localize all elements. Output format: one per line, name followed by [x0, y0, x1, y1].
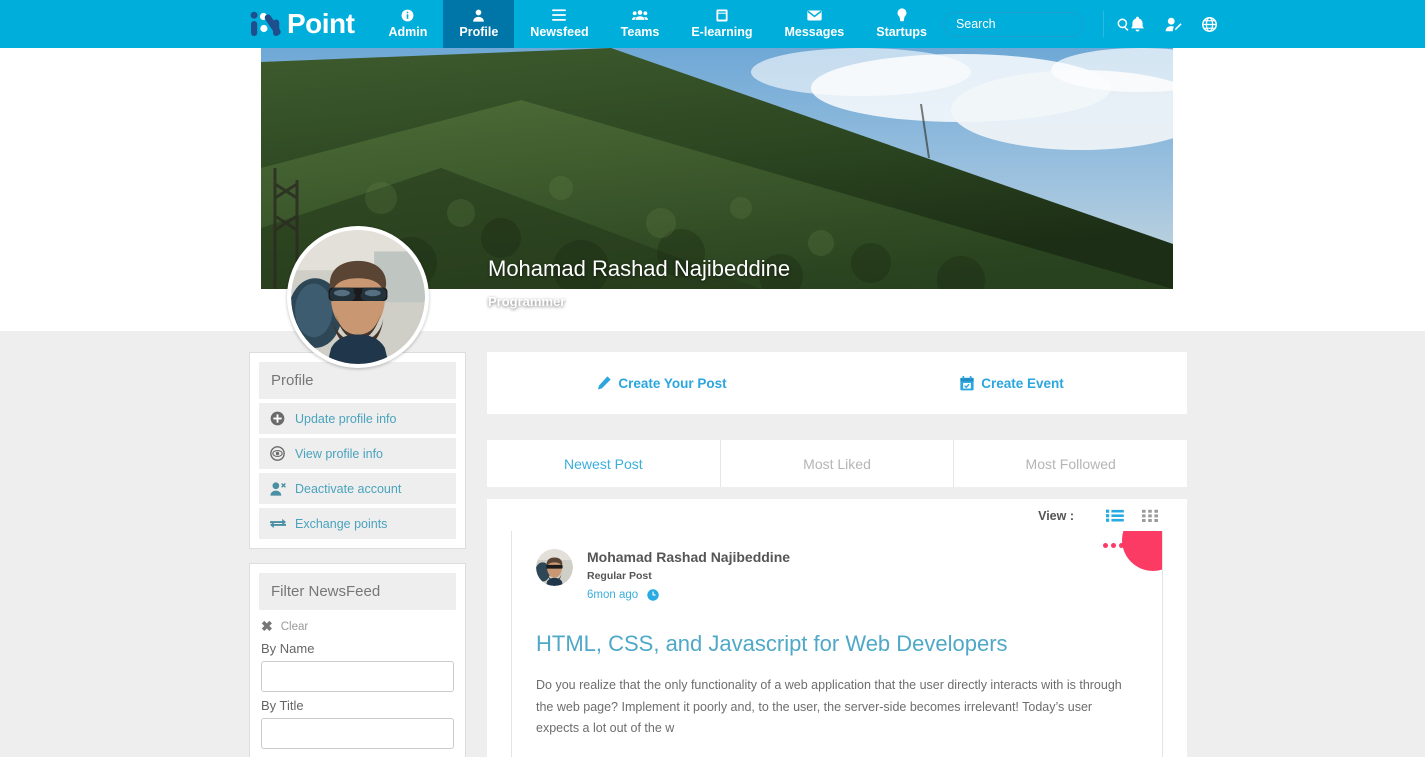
nav-label: E-learning: [691, 24, 753, 39]
create-event-label: Create Event: [981, 375, 1064, 391]
nav-item-messages[interactable]: Messages: [768, 0, 860, 48]
profile-header: Mohamad Rashad Najibeddine Programmer: [0, 48, 1425, 368]
ellipsis-dot: [1111, 543, 1116, 548]
plus-circle-icon: [269, 410, 286, 427]
ellipsis-dot: [1119, 543, 1124, 548]
exchange-icon: [269, 515, 286, 532]
sidebar-item-exchange-points[interactable]: Exchange points: [259, 508, 456, 539]
feed-container: View : Mohamad Rashad Najibeddine Regula…: [487, 499, 1187, 757]
avatar-ring: [287, 226, 429, 368]
avatar[interactable]: [287, 226, 429, 368]
sidebar-item-label: Update profile info: [295, 411, 397, 426]
nav-item-newsfeed[interactable]: Newsfeed: [514, 0, 604, 48]
post-timestamp: 6mon ago: [587, 589, 639, 601]
profile-role: Programmer: [488, 294, 566, 309]
user-times-icon: [269, 480, 286, 497]
pencil-icon: [597, 376, 611, 390]
create-event-button[interactable]: Create Event: [837, 376, 1187, 391]
create-post-button[interactable]: Create Your Post: [487, 376, 837, 391]
filter-newsfeed-card: Filter NewsFeed ✖ Clear By Name By Title…: [249, 563, 466, 757]
tab-newest-post[interactable]: Newest Post: [487, 440, 721, 487]
nav-label: Teams: [620, 24, 660, 39]
left-sidebar: Profile Update profile info View profile…: [249, 352, 466, 757]
ellipsis-icon[interactable]: [1103, 543, 1124, 548]
list-view-icon[interactable]: [1106, 509, 1124, 523]
sidebar-item-update-profile-info[interactable]: Update profile info: [259, 403, 456, 434]
brand-logo[interactable]: Point: [250, 0, 373, 48]
envelope-icon: [807, 8, 822, 23]
filter-by-name-label: By Name: [261, 641, 315, 656]
nav-items: Admin Profile Newsfeed Teams E-learning …: [373, 0, 943, 48]
bell-icon[interactable]: [1130, 16, 1145, 32]
clock-icon: [647, 589, 659, 601]
tab-label: Most Liked: [803, 455, 871, 472]
filter-by-name-input[interactable]: [261, 661, 454, 692]
tab-label: Most Followed: [1025, 455, 1116, 472]
post-card: Mohamad Rashad Najibeddine Regular Post …: [511, 531, 1163, 757]
sidebar-item-deactivate-account[interactable]: Deactivate account: [259, 473, 456, 504]
create-post-label: Create Your Post: [618, 375, 727, 391]
filter-by-title-label: By Title: [261, 698, 304, 713]
page-body: Profile Update profile info View profile…: [0, 331, 1425, 757]
avatar-image: [291, 230, 425, 364]
search-icon[interactable]: [1117, 18, 1130, 31]
info-circle-icon: [401, 8, 414, 23]
sidebar-item-view-profile-info[interactable]: View profile info: [259, 438, 456, 469]
globe-icon[interactable]: [1201, 16, 1217, 32]
view-label: View :: [1038, 509, 1074, 523]
post-type-label: Regular Post: [587, 570, 652, 582]
nav-label: Messages: [784, 24, 845, 39]
nav-item-elearning[interactable]: E-learning: [675, 0, 768, 48]
nav-label: Newsfeed: [530, 24, 589, 39]
feed-tabs-container: Newest Post Most Liked Most Followed: [487, 440, 1187, 487]
post-author-avatar[interactable]: [536, 549, 573, 586]
post-time-row: 6mon ago: [587, 589, 790, 601]
sidebar-item-label: Exchange points: [295, 516, 388, 531]
nav-item-startups[interactable]: Startups: [860, 0, 943, 48]
tab-most-followed[interactable]: Most Followed: [954, 440, 1187, 487]
sidebar-item-label: View profile info: [295, 446, 384, 461]
eye-circle-icon: [269, 445, 286, 462]
user-edit-icon[interactable]: [1165, 17, 1182, 32]
nav-item-admin[interactable]: Admin: [373, 0, 444, 48]
search-input[interactable]: [955, 17, 1117, 31]
filter-by-title-input[interactable]: [261, 718, 454, 749]
nav-label: Startups: [876, 24, 927, 39]
bars-icon: [552, 8, 567, 23]
calendar-icon: [960, 375, 974, 391]
navbar-right: [942, 0, 1425, 48]
main-column: Create Your Post Create Event Newest Pos…: [487, 352, 1187, 757]
filter-card-title: Filter NewsFeed: [259, 573, 456, 610]
nav-divider: [1102, 11, 1104, 37]
brand-text: Point: [287, 8, 355, 39]
profile-name: Mohamad Rashad Najibeddine: [488, 256, 791, 281]
profile-card: Profile Update profile info View profile…: [249, 352, 466, 549]
users-icon: [632, 8, 648, 23]
top-navbar: Point Admin Profile Newsfeed Teams E-lea…: [0, 0, 1425, 48]
book-icon: [716, 8, 728, 23]
tab-most-liked[interactable]: Most Liked: [721, 440, 955, 487]
create-action-bar: Create Your Post Create Event: [487, 352, 1187, 414]
sidebar-item-label: Deactivate account: [295, 481, 402, 496]
lightbulb-icon: [897, 8, 907, 23]
post-body: Do you realize that the only functionali…: [536, 678, 1122, 735]
tab-label: Newest Post: [564, 455, 643, 472]
post-author-name: Mohamad Rashad Najibeddine: [587, 549, 791, 565]
clear-filters-button[interactable]: ✖ Clear: [261, 618, 454, 635]
close-x-icon: ✖: [261, 618, 273, 634]
in-logo-mark-icon: [250, 11, 281, 36]
post-title[interactable]: HTML, CSS, and Javascript for Web Develo…: [536, 631, 1138, 657]
user-icon: [472, 8, 485, 23]
ellipsis-dot: [1103, 543, 1108, 548]
view-toggle-row: View :: [487, 499, 1187, 531]
nav-item-teams[interactable]: Teams: [605, 0, 676, 48]
post-header: Mohamad Rashad Najibeddine Regular Post …: [536, 549, 1138, 601]
nav-label: Admin: [388, 24, 428, 39]
search-box[interactable]: [942, 11, 1129, 37]
nav-label: Profile: [459, 24, 499, 39]
feed-tabs: Newest Post Most Liked Most Followed: [487, 440, 1187, 487]
nav-item-profile[interactable]: Profile: [443, 0, 515, 48]
grid-view-icon[interactable]: [1142, 509, 1159, 523]
clear-label: Clear: [280, 620, 309, 633]
